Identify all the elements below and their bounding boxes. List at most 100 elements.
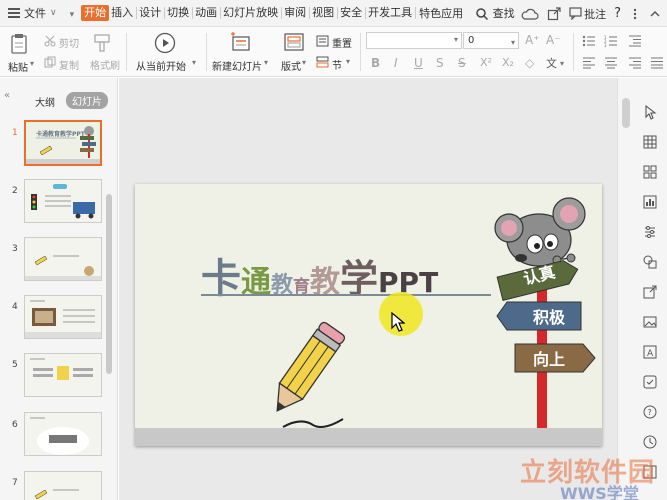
justify-icon[interactable] [650, 57, 664, 69]
bold-icon[interactable]: B [371, 56, 380, 70]
align-center-icon[interactable] [604, 57, 618, 69]
slide-number: 1 [12, 128, 18, 138]
clear-format-icon[interactable]: ◇ [525, 56, 534, 70]
bullets-icon[interactable] [582, 35, 596, 47]
sliders-icon[interactable] [642, 224, 658, 240]
paste-dropdown-icon[interactable]: ▾ [30, 59, 34, 68]
file-menu[interactable]: 文件 ∨ [0, 0, 60, 27]
ribbon-divider [573, 33, 574, 71]
chart-icon[interactable] [642, 194, 658, 210]
help-button[interactable]: ? [614, 6, 621, 21]
section-dropdown-icon[interactable]: ▾ [346, 57, 350, 66]
from-current-button[interactable]: 从当前开始 [136, 58, 186, 73]
effects-icon[interactable] [642, 374, 658, 390]
share-icon[interactable] [547, 6, 561, 21]
shadow-icon[interactable]: S [436, 56, 444, 70]
watermark-subtext: WWS学堂 [560, 484, 639, 500]
slide-thumbnail-2[interactable] [24, 179, 102, 223]
pointer-icon[interactable] [642, 104, 658, 120]
textbox-icon[interactable]: A [642, 344, 658, 360]
help-icon[interactable]: ? [642, 404, 658, 420]
thumbnail-preview [25, 180, 101, 222]
slide-thumbnail-3[interactable] [24, 237, 102, 281]
paste-button[interactable]: 粘贴 [8, 59, 28, 74]
tab-outline[interactable]: 大纲 [35, 94, 55, 109]
italic-icon[interactable]: I [394, 56, 398, 70]
ribbon-toolbar: 粘贴 ▾ 剪切 复制 格式刷 从当前开始 ▾ 新建幻灯片 ▾ 版式 ▾ 重置 节… [0, 27, 667, 77]
slide-thumbnail-6[interactable] [24, 412, 102, 456]
shapes-icon[interactable] [642, 254, 658, 270]
pencil-illustration[interactable] [253, 319, 353, 429]
tab-animations[interactable]: 动画 [193, 7, 222, 19]
search-button[interactable]: 查找 [472, 0, 518, 27]
numbering-icon[interactable]: 123 [604, 35, 618, 47]
tab-view[interactable]: 视图 [310, 7, 339, 19]
font-size-select[interactable]: 0 ▾ [463, 32, 519, 49]
slide-thumbnail-4[interactable] [24, 295, 102, 339]
current-slide[interactable]: 卡通教育教学PPT 认真 积极 向上 [135, 184, 602, 446]
superscript-icon[interactable]: X² [480, 56, 492, 69]
tab-slides[interactable]: 幻灯片 [66, 92, 108, 109]
slide-title[interactable]: 卡通教育教学PPT [201, 246, 438, 302]
slide-thumbnail-1[interactable]: 卡通教育教学PPT [24, 120, 102, 166]
canvas-scrollbar-thumb[interactable] [622, 98, 630, 128]
tab-review[interactable]: 审阅 [282, 7, 311, 19]
slide-number: 5 [12, 360, 18, 370]
copy-button[interactable]: 复制 [59, 57, 79, 72]
tab-home[interactable]: 开始 [81, 5, 110, 21]
grid-icon[interactable] [642, 164, 658, 180]
tab-security[interactable]: 安全 [338, 7, 367, 19]
table-icon[interactable] [642, 134, 658, 150]
align-left-icon[interactable] [582, 57, 596, 69]
collapse-ribbon-icon[interactable] [649, 7, 661, 21]
from-current-dropdown-icon[interactable]: ▾ [192, 58, 196, 67]
paste-icon[interactable] [9, 33, 29, 55]
tab-design[interactable]: 设计 [137, 7, 166, 19]
collapse-panel-icon[interactable]: « [4, 90, 10, 101]
align-right-icon[interactable] [628, 57, 642, 69]
search-label: 查找 [492, 6, 515, 20]
slide-thumbnail-5[interactable] [24, 353, 102, 397]
slide-number: 6 [12, 420, 18, 430]
slide-thumbnail-7[interactable] [24, 471, 102, 500]
export-icon[interactable] [642, 284, 658, 300]
new-slide-icon[interactable] [230, 32, 252, 52]
tab-insert[interactable]: 插入 [109, 7, 138, 19]
slide-panel-scrollbar[interactable] [106, 194, 112, 374]
increase-font-icon[interactable]: A⁺ [525, 33, 540, 47]
phonetic-icon[interactable]: 文 [546, 55, 557, 71]
reset-icon[interactable] [316, 35, 329, 47]
section-button[interactable]: 节 [332, 57, 342, 72]
layout-icon[interactable] [284, 33, 304, 51]
decrease-font-icon[interactable]: A⁻ [546, 33, 561, 47]
format-painter-button[interactable]: 格式刷 [90, 57, 120, 72]
font-name-select[interactable]: ▾ [366, 32, 462, 49]
history-icon[interactable] [642, 434, 658, 450]
tab-transitions[interactable]: 切换 [165, 7, 194, 19]
phonetic-dropdown-icon[interactable]: ▾ [560, 59, 564, 68]
section-icon[interactable] [316, 56, 329, 68]
menu-bar: 文件 ∨ ▾ 开始 插入 设计 切换 动画 幻灯片放映 审阅 视图 安全 开发工… [0, 0, 667, 27]
tab-features[interactable]: 特色应用 [416, 0, 466, 27]
font-size-value: 0 [468, 35, 475, 46]
layout-button[interactable]: 版式 [281, 58, 301, 73]
cloud-icon[interactable] [521, 7, 539, 21]
indent-icon[interactable] [628, 35, 642, 47]
slide-number: 4 [12, 302, 18, 312]
tab-developer[interactable]: 开发工具 [366, 7, 417, 19]
subscript-icon[interactable]: X₂ [502, 56, 514, 69]
cut-button[interactable]: 剪切 [59, 35, 79, 50]
play-icon[interactable] [154, 32, 176, 54]
comment-button[interactable]: 批注 [569, 6, 606, 22]
more-icon[interactable] [629, 7, 641, 21]
tab-slideshow[interactable]: 幻灯片放映 [221, 7, 283, 19]
quick-access-dropdown[interactable]: ▾ [60, 0, 78, 27]
chevron-down-icon: ▾ [69, 9, 75, 20]
reset-button[interactable]: 重置 [332, 35, 352, 50]
strikethrough-icon[interactable]: S [458, 56, 466, 70]
image-icon[interactable] [642, 314, 658, 330]
layout-dropdown-icon[interactable]: ▾ [302, 58, 306, 67]
new-slide-dropdown-icon[interactable]: ▾ [264, 58, 268, 67]
new-slide-button[interactable]: 新建幻灯片 [212, 58, 262, 73]
underline-icon[interactable]: U [414, 56, 423, 70]
